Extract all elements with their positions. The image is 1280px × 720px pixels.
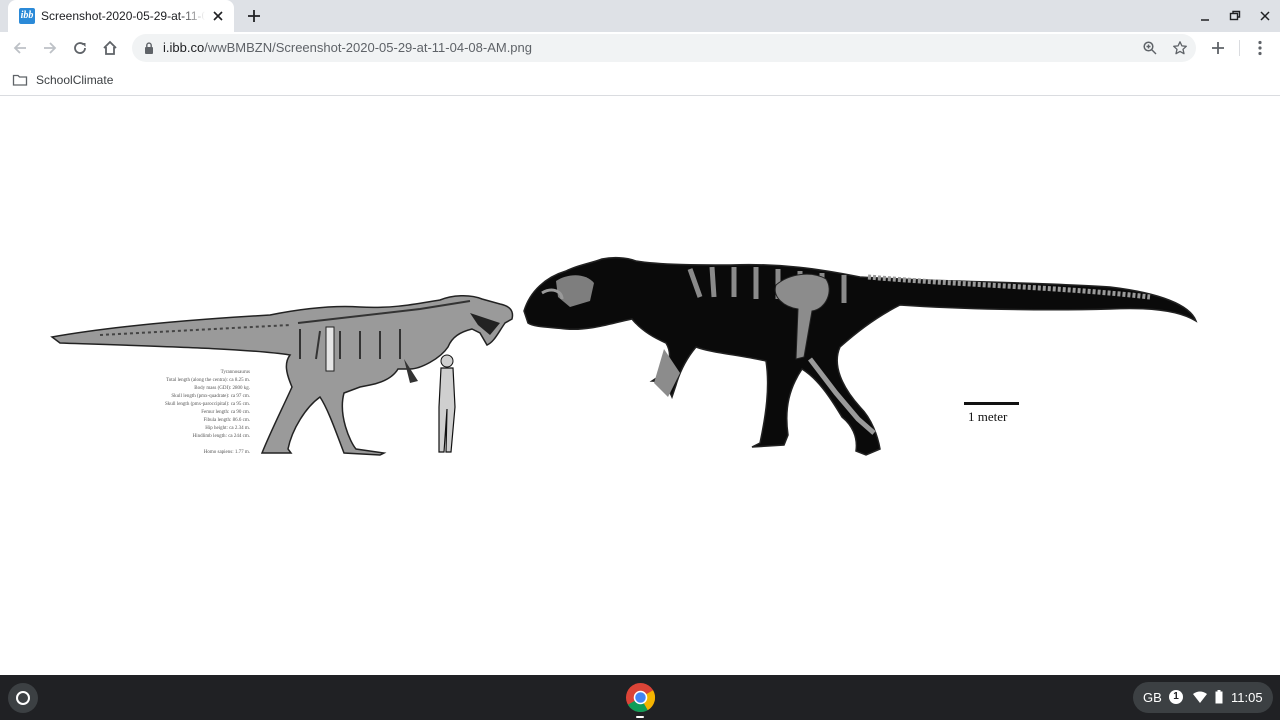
forward-icon[interactable] bbox=[40, 38, 60, 58]
svg-text:Homo sapiens: 1.77 m.: Homo sapiens: 1.77 m. bbox=[204, 450, 250, 455]
minimize-icon[interactable] bbox=[1197, 8, 1213, 24]
tab-strip: ibb Screenshot-2020-05-29-at-11-04-08-AM… bbox=[0, 0, 1280, 32]
wifi-icon bbox=[1193, 691, 1207, 703]
lock-icon[interactable] bbox=[142, 41, 156, 55]
svg-text:Hip height: ca 2.34 m.: Hip height: ca 2.34 m. bbox=[205, 426, 250, 431]
svg-text:Skull length (pmx-paroccipital: Skull length (pmx-paroccipital): ca 95 c… bbox=[165, 402, 250, 407]
svg-text:Hindlimb length: ca 244 cm.: Hindlimb length: ca 244 cm. bbox=[193, 434, 250, 439]
chromeos-shelf: GB 1 11:05 bbox=[0, 675, 1280, 720]
keyboard-layout: GB bbox=[1143, 690, 1162, 705]
browser-toolbar: i.ibb.co/wwBMBZN/Screenshot-2020-05-29-a… bbox=[0, 32, 1280, 64]
skeletal-diagram: 1 meter Tyrannosaurus Total length (alon… bbox=[50, 256, 1198, 456]
bookmark-schoolclimate[interactable]: SchoolClimate bbox=[12, 70, 113, 90]
scale-bar-label: 1 meter bbox=[968, 409, 1008, 424]
specimen-notes: Tyrannosaurus Total length (along the ce… bbox=[165, 370, 250, 455]
zoom-icon[interactable] bbox=[1142, 40, 1158, 56]
menu-dots-icon[interactable] bbox=[1250, 38, 1270, 58]
toolbar-separator bbox=[1239, 40, 1240, 56]
scale-bar: 1 meter bbox=[964, 402, 1019, 424]
launcher-icon[interactable] bbox=[8, 683, 38, 713]
reload-icon[interactable] bbox=[70, 38, 90, 58]
url-text[interactable]: i.ibb.co/wwBMBZN/Screenshot-2020-05-29-a… bbox=[163, 40, 532, 56]
bookmarks-bar: SchoolClimate bbox=[0, 64, 1280, 96]
image-viewport: 1 meter Tyrannosaurus Total length (alon… bbox=[0, 97, 1280, 675]
svg-text:Femur length: ca 90 cm.: Femur length: ca 90 cm. bbox=[201, 410, 250, 415]
new-tab-icon[interactable] bbox=[244, 6, 264, 26]
battery-icon bbox=[1215, 690, 1223, 704]
status-tray[interactable]: GB 1 11:05 bbox=[1133, 682, 1273, 713]
close-window-icon[interactable] bbox=[1257, 8, 1273, 24]
clock: 11:05 bbox=[1231, 690, 1263, 705]
svg-text:Skull length (pmx-quadrate): c: Skull length (pmx-quadrate): ca 97 cm. bbox=[171, 394, 250, 399]
large-theropod-skeleton bbox=[523, 256, 1198, 456]
url-path: /wwBMBZN/Screenshot-2020-05-29-at-11-04-… bbox=[204, 40, 532, 55]
svg-text:Total length (along the centra: Total length (along the centra): ca 8.25… bbox=[166, 378, 250, 383]
imgbb-favicon-icon: ibb bbox=[19, 8, 35, 24]
close-tab-icon[interactable] bbox=[210, 8, 226, 24]
running-indicator bbox=[636, 716, 644, 718]
tab-title: Screenshot-2020-05-29-at-11-04-08-AM.png bbox=[41, 9, 205, 23]
home-icon[interactable] bbox=[100, 38, 120, 58]
svg-text:Tyrannosaurus: Tyrannosaurus bbox=[221, 370, 250, 375]
url-host: i.ibb.co bbox=[163, 40, 205, 55]
notification-count: 1 bbox=[1169, 690, 1183, 704]
svg-text:Fibula length: 86.6 cm.: Fibula length: 86.6 cm. bbox=[203, 418, 250, 423]
restore-icon[interactable] bbox=[1227, 8, 1243, 24]
bookmark-label: SchoolClimate bbox=[36, 73, 114, 87]
svg-text:Body mass (GDI): 2800 kg.: Body mass (GDI): 2800 kg. bbox=[194, 386, 250, 391]
back-icon[interactable] bbox=[10, 38, 30, 58]
browser-tab[interactable]: ibb Screenshot-2020-05-29-at-11-04-08-AM… bbox=[8, 0, 234, 32]
star-icon[interactable] bbox=[1172, 40, 1188, 56]
folder-icon bbox=[12, 74, 28, 86]
human-silhouette bbox=[438, 354, 456, 453]
extension-plus-icon[interactable] bbox=[1208, 38, 1228, 58]
address-bar[interactable]: i.ibb.co/wwBMBZN/Screenshot-2020-05-29-a… bbox=[132, 34, 1196, 62]
chrome-icon[interactable] bbox=[625, 682, 656, 713]
